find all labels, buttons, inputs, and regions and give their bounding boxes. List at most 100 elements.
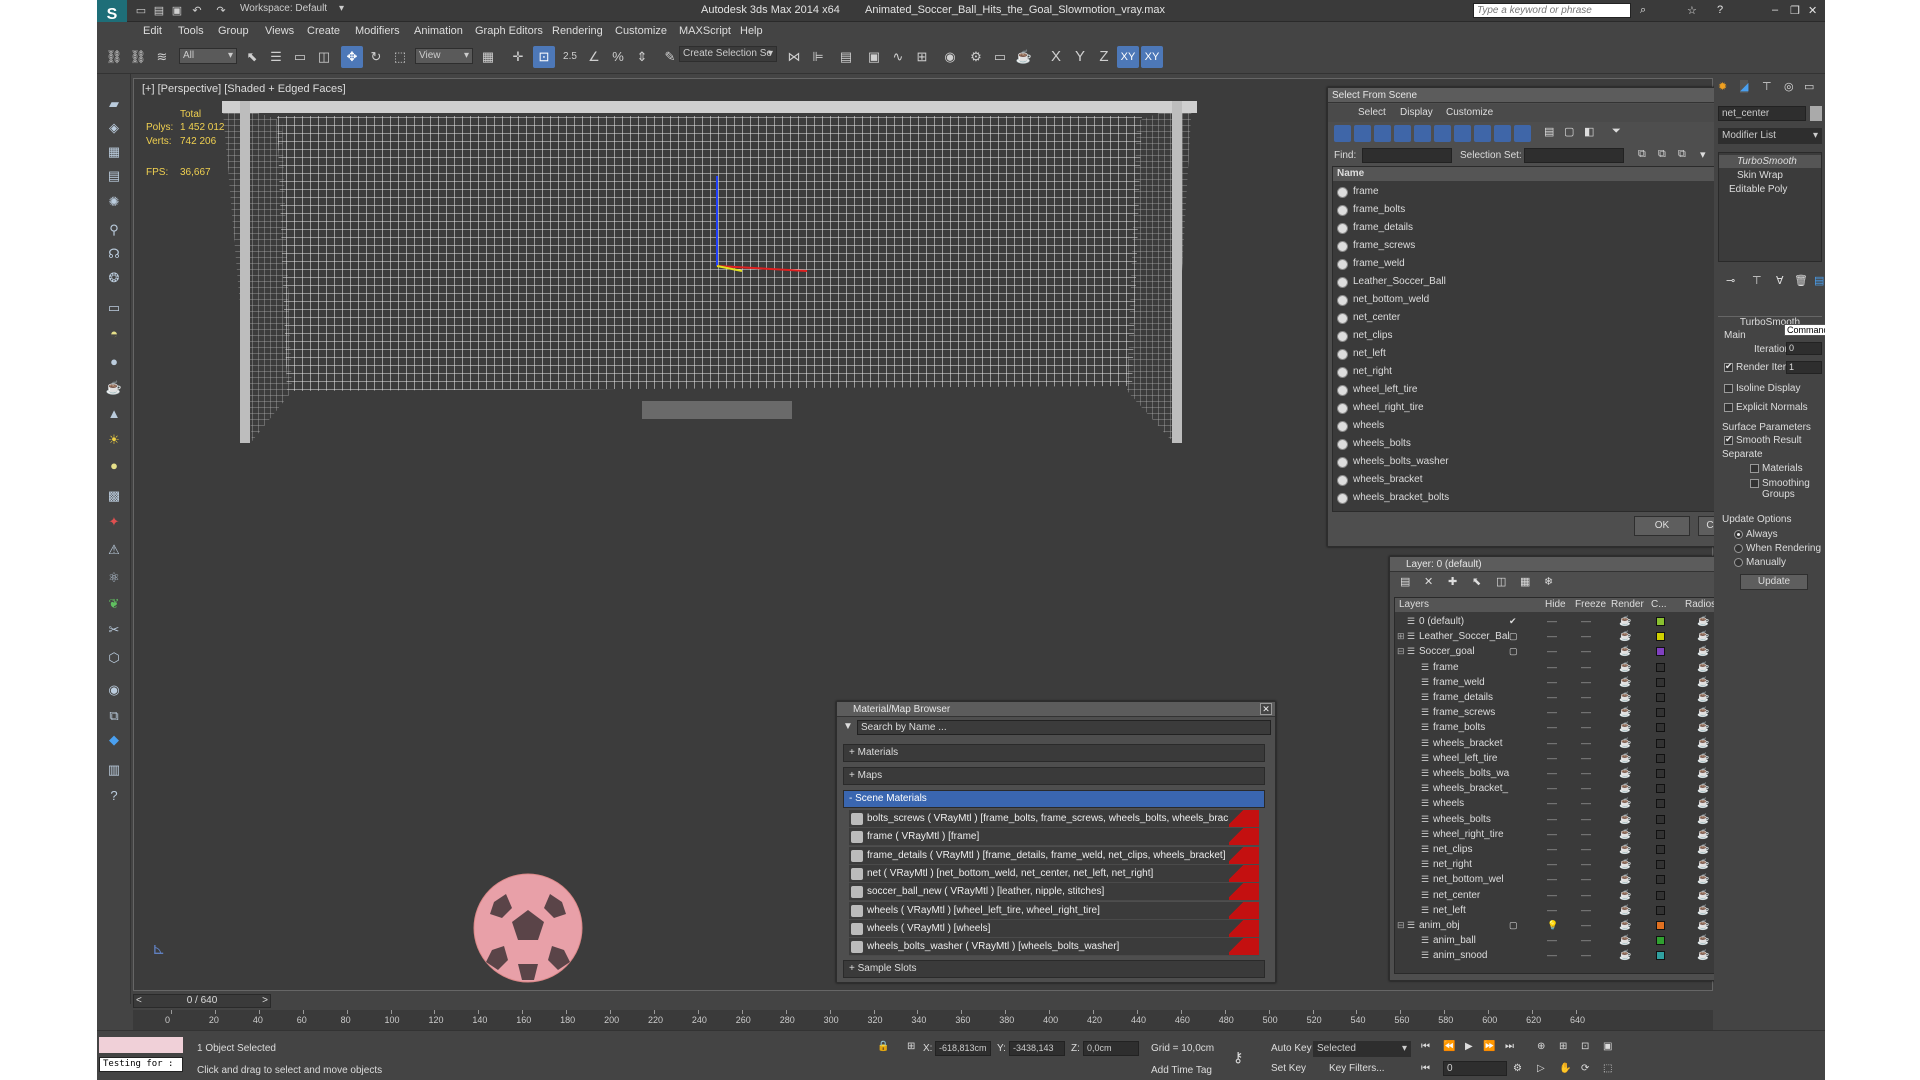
update-manually-radio[interactable] [1734, 558, 1743, 567]
next-frame-icon[interactable]: > [262, 995, 268, 1007]
hide-toggle[interactable]: –– [1547, 933, 1557, 948]
isoline-display-checkbox[interactable] [1724, 384, 1733, 393]
axis-y-button[interactable]: Y [1069, 46, 1091, 68]
field-of-view-icon[interactable]: ▷ [1537, 1063, 1545, 1074]
current-layer-checkbox[interactable]: ✔ [1509, 614, 1517, 629]
axis-z-button[interactable]: Z [1093, 46, 1115, 68]
add-to-layer-icon[interactable]: ✚ [1448, 575, 1457, 588]
render-teapot-icon[interactable]: ☕ [1619, 796, 1631, 811]
radiosity-teapot-icon[interactable]: ☕ [1697, 842, 1709, 857]
object-color-swatch[interactable] [1810, 106, 1822, 121]
filter-spacewarps-icon[interactable] [1434, 125, 1451, 142]
layer-manager-icon[interactable]: ▤ [835, 46, 857, 68]
rendered-frame-window-icon[interactable]: ▭ [989, 46, 1011, 68]
layer-row[interactable]: ☰ 0 (default) ✔ –– –– ☕ ☕ [1397, 614, 1738, 629]
layer-color-swatch[interactable] [1656, 647, 1665, 657]
chevron-down-icon[interactable]: ▾ [1700, 148, 1706, 161]
absolute-mode-icon[interactable]: ⊞ [907, 1041, 915, 1052]
layer-row[interactable]: ☰ wheel_left_tire –– –– ☕ ☕ [1397, 751, 1738, 766]
section-materials[interactable]: + Materials [843, 744, 1265, 762]
radiosity-teapot-icon[interactable]: ☕ [1697, 644, 1709, 659]
graphite-ribbon-icon[interactable]: ▣ [863, 46, 885, 68]
layer-color-swatch[interactable] [1656, 799, 1665, 809]
expand-toggle-icon[interactable]: ⊟ [1397, 918, 1405, 933]
add-time-tag[interactable]: Add Time Tag [1151, 1065, 1212, 1076]
z-coordinate-field[interactable]: 0,0cm [1083, 1041, 1139, 1056]
filter-all-icon[interactable] [1514, 125, 1531, 142]
layer-color-swatch[interactable] [1656, 662, 1665, 672]
layer-color-swatch[interactable] [1656, 738, 1665, 748]
render-teapot-icon[interactable]: ☕ [1619, 720, 1631, 735]
layer-row[interactable]: ☰ wheels_bracket_ –– –– ☕ ☕ [1397, 781, 1738, 796]
binoculars-icon[interactable]: ⌕ [1640, 4, 1646, 17]
render-teapot-icon[interactable]: ☕ [1619, 614, 1631, 629]
hide-toggle[interactable]: –– [1547, 736, 1557, 751]
freeze-toggle[interactable]: –– [1581, 614, 1591, 629]
freeze-toggle[interactable]: –– [1581, 948, 1591, 963]
freeze-toggle[interactable]: –– [1581, 781, 1591, 796]
layer-color-swatch[interactable] [1656, 632, 1665, 642]
freeze-toggle[interactable]: –– [1581, 766, 1591, 781]
select-objects-icon[interactable]: ⬉ [1472, 575, 1481, 588]
pan-icon[interactable]: ✋ [1559, 1063, 1571, 1074]
object-list-item[interactable]: wheel_right_tire [1335, 399, 1733, 417]
angle-snap-icon[interactable]: ∠ [583, 46, 605, 68]
close-icon[interactable]: ✕ [1260, 703, 1272, 715]
render-teapot-icon[interactable]: ☕ [1619, 690, 1631, 705]
object-list-item[interactable]: frame_details [1335, 219, 1733, 237]
y-coordinate-field[interactable]: -3438,143 [1009, 1041, 1065, 1056]
select-none-icon[interactable]: ▢ [1564, 125, 1578, 142]
menu-customize[interactable]: Customize [615, 25, 667, 37]
freeze-toggle[interactable]: –– [1581, 720, 1591, 735]
layer-row[interactable]: ☰ net_clips –– –– ☕ ☕ [1397, 842, 1738, 857]
layer-row[interactable]: ☰ net_bottom_wel –– –– ☕ ☕ [1397, 872, 1738, 887]
layer-row[interactable]: ☰ net_center –– –– ☕ ☕ [1397, 888, 1738, 903]
update-always-radio[interactable] [1734, 530, 1743, 539]
col-hide[interactable]: Hide [1545, 598, 1566, 612]
render-teapot-icon[interactable]: ☕ [1619, 827, 1631, 842]
spinner-snap-icon[interactable]: ⇕ [631, 46, 653, 68]
maxscript-mini-listener[interactable] [99, 1037, 183, 1053]
configure-sets-icon[interactable]: ▤ [1814, 274, 1824, 287]
help-circle-icon[interactable]: ? [104, 786, 124, 806]
sphere-icon[interactable]: ● [104, 352, 124, 372]
lock-selection-icon[interactable]: 🔒 [877, 1041, 889, 1052]
hide-toggle[interactable]: –– [1547, 872, 1557, 887]
current-layer-checkbox[interactable]: ▢ [1509, 644, 1518, 659]
col-color[interactable]: C... [1651, 598, 1667, 612]
select-manipulate-icon[interactable]: ✛ [507, 46, 529, 68]
tape-icon[interactable]: ⚠ [104, 540, 124, 560]
render-elements-icon[interactable]: ⬡ [104, 648, 124, 668]
time-config-icon[interactable]: ⚙ [1513, 1063, 1522, 1074]
menu-select[interactable]: Select [1358, 107, 1386, 118]
vray-sphere-icon[interactable]: ◉ [104, 680, 124, 700]
create-layer-icon[interactable]: ▤ [1400, 575, 1410, 588]
layer-row[interactable]: ⊞ ☰ Leather_Soccer_Bal ▢ –– –– ☕ ☕ [1397, 629, 1738, 644]
smoothing-groups-checkbox[interactable] [1750, 479, 1759, 488]
layer-color-swatch[interactable] [1656, 829, 1665, 839]
freeze-toggle[interactable]: –– [1581, 705, 1591, 720]
radiosity-teapot-icon[interactable]: ☕ [1697, 720, 1709, 735]
key-icon[interactable]: ⚷ [1233, 1049, 1243, 1066]
scene-material-item[interactable]: wheels ( VRayMtl ) [wheel_left_tire, whe… [849, 901, 1259, 920]
hide-toggle[interactable]: –– [1547, 690, 1557, 705]
freeze-toggle[interactable]: –– [1581, 690, 1591, 705]
render-teapot-icon[interactable]: ☕ [1619, 872, 1631, 887]
dynamics-icon[interactable]: ⚛ [104, 568, 124, 588]
new-file-icon[interactable]: ▭ [133, 0, 149, 20]
radiosity-teapot-icon[interactable]: ☕ [1697, 690, 1709, 705]
radiosity-teapot-icon[interactable]: ☕ [1697, 781, 1709, 796]
layer-row[interactable]: ☰ wheels_bolts –– –– ☕ ☕ [1397, 812, 1738, 827]
separate-materials-checkbox[interactable] [1750, 464, 1759, 473]
zoom-icon[interactable]: ⊕ [1537, 1041, 1545, 1052]
freeze-toggle[interactable]: –– [1581, 842, 1591, 857]
hide-toggle[interactable]: –– [1547, 888, 1557, 903]
render-teapot-icon[interactable]: ☕ [1619, 903, 1631, 918]
object-list-item[interactable]: net_left [1335, 345, 1733, 363]
cameras-icon[interactable]: ⚲ [104, 220, 124, 240]
section-scene-materials[interactable]: - Scene Materials [843, 790, 1265, 808]
layer-color-swatch[interactable] [1656, 753, 1665, 763]
freeze-toggle[interactable]: –– [1581, 933, 1591, 948]
edit-named-selection-icon[interactable]: ✎ [659, 46, 681, 68]
filter-bones-icon[interactable] [1494, 125, 1511, 142]
